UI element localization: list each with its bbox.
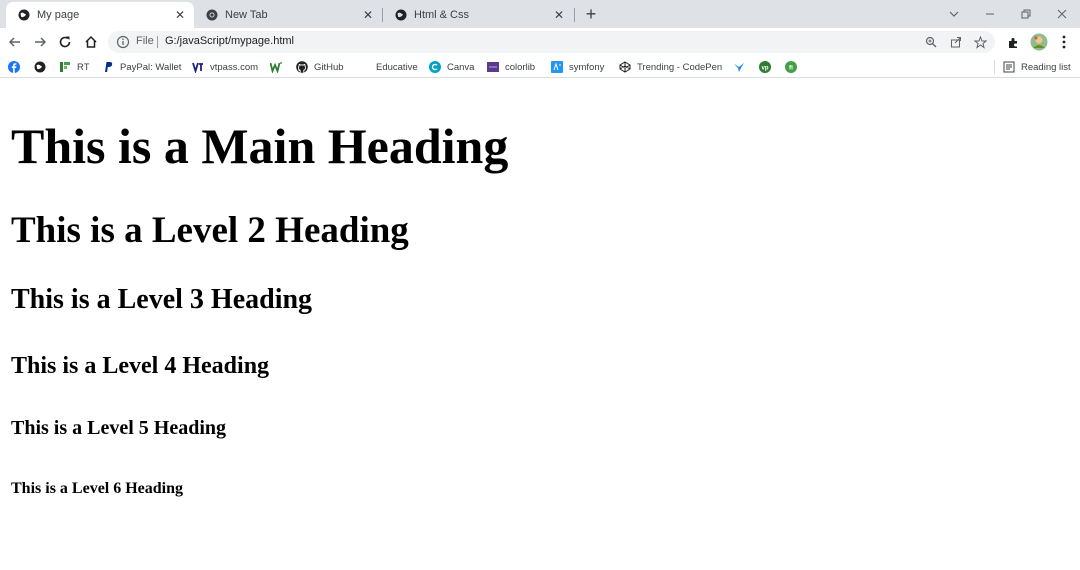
menu-kebab-icon[interactable]	[1053, 31, 1075, 53]
bookmark-label: symfony	[569, 61, 605, 73]
level-4-heading: This is a Level 4 Heading	[11, 353, 270, 379]
canva-icon	[429, 61, 441, 73]
bookmark-symfony[interactable]: symfony	[551, 59, 604, 75]
level-6-heading: This is a Level 6 Heading	[11, 480, 184, 497]
tab-my-page[interactable]: My page ✕	[6, 2, 194, 28]
bookmark-colorlib[interactable]: colorlib	[487, 59, 535, 75]
svg-text:fi: fi	[789, 65, 793, 72]
extensions-puzzle-icon[interactable]	[1002, 31, 1024, 53]
scheme-label: File	[136, 35, 154, 47]
tab-title: Html & Css	[414, 9, 469, 21]
globe-icon	[18, 9, 30, 21]
url-text[interactable]: G:/javaScript/mypage.html	[165, 35, 294, 47]
bookmark-globe[interactable]	[34, 59, 46, 75]
restore-icon[interactable]	[1008, 0, 1044, 28]
tab-close-icon[interactable]: ✕	[360, 7, 376, 23]
bookmark-label: GitHub	[314, 61, 344, 73]
tab-search-icon[interactable]	[936, 0, 972, 28]
close-window-icon[interactable]	[1044, 0, 1080, 28]
bookmark-label: vtpass.com	[210, 61, 259, 73]
home-icon[interactable]	[80, 31, 102, 53]
bookmark-vtpass[interactable]: vtpass.com	[192, 59, 258, 75]
codepen-icon	[619, 61, 631, 73]
svg-text:vp: vp	[761, 65, 768, 71]
bookmarks-bar: RT PayPal: Wallet vtpass.com GitHub Educ…	[0, 56, 1080, 78]
browser-toolbar: File G:/javaScript/mypage.html	[0, 28, 1080, 56]
bookmark-label: Canva	[447, 61, 475, 73]
tab-html-css[interactable]: Html & Css ✕	[383, 2, 573, 28]
bookmark-fi[interactable]: fi	[785, 59, 797, 75]
chrome-icon	[206, 9, 218, 21]
level-3-heading: This is a Level 3 Heading	[11, 284, 313, 315]
new-tab-button[interactable]: +	[582, 4, 600, 24]
colorlib-icon	[487, 62, 499, 72]
zoom-icon[interactable]	[923, 34, 939, 50]
bookmark-rt[interactable]: RT	[59, 59, 90, 75]
reload-icon[interactable]	[54, 31, 76, 53]
bookmark-label: Educative	[376, 61, 418, 73]
bookmark-facebook[interactable]	[8, 59, 20, 75]
back-arrow-icon[interactable]	[4, 31, 26, 53]
profile-avatar[interactable]	[1028, 31, 1050, 53]
bookmark-label: Trending - CodePen	[637, 61, 723, 73]
github-icon	[296, 61, 308, 73]
rt-icon	[60, 62, 70, 72]
bookmark-label: PayPal: Wallet	[120, 61, 182, 73]
tab-new-tab[interactable]: New Tab ✕	[194, 2, 382, 28]
w-icon	[270, 62, 282, 73]
share-icon[interactable]	[948, 34, 964, 50]
tab-separator	[574, 8, 575, 22]
minimize-icon[interactable]	[972, 0, 1008, 28]
bookmark-bird[interactable]	[733, 59, 745, 75]
facebook-icon	[8, 61, 20, 73]
bookmark-label: colorlib	[505, 61, 536, 73]
bookmark-github[interactable]: GitHub	[296, 59, 344, 75]
symfony-icon	[551, 61, 563, 73]
reading-list-button[interactable]: Reading list	[1003, 59, 1071, 75]
forward-arrow-icon[interactable]	[29, 31, 51, 53]
vp-icon: vp	[759, 61, 771, 73]
reading-list-icon	[1003, 61, 1015, 73]
reading-list-label: Reading list	[1021, 61, 1071, 73]
bookmark-paypal[interactable]: PayPal: Wallet	[102, 59, 181, 75]
tab-strip: My page ✕ New Tab ✕ Html & Css ✕ +	[0, 0, 1080, 28]
level-2-heading: This is a Level 2 Heading	[11, 210, 409, 251]
paypal-icon	[105, 62, 113, 72]
bookmarks-divider	[994, 60, 995, 74]
tab-title: New Tab	[225, 9, 268, 21]
tab-title: My page	[37, 9, 80, 21]
address-divider	[157, 36, 158, 48]
page-viewport: This is a Main Heading This is a Level 2…	[0, 79, 1080, 570]
vtpass-icon	[192, 62, 203, 73]
info-icon[interactable]	[116, 35, 130, 49]
globe-icon	[395, 9, 407, 21]
bookmark-canva[interactable]: Canva	[429, 59, 474, 75]
bookmark-codepen[interactable]: Trending - CodePen	[619, 59, 722, 75]
address-bar[interactable]: File G:/javaScript/mypage.html	[108, 31, 995, 53]
bookmark-w[interactable]	[270, 59, 282, 75]
fi-icon: fi	[785, 61, 797, 73]
bookmark-label: RT	[77, 61, 90, 73]
globe-icon	[34, 61, 46, 73]
level-5-heading: This is a Level 5 Heading	[11, 417, 227, 439]
bookmark-vp[interactable]: vp	[759, 59, 771, 75]
bookmark-educative[interactable]: Educative	[376, 59, 418, 75]
bookmark-star-icon[interactable]	[972, 34, 988, 50]
tab-close-icon[interactable]: ✕	[172, 7, 188, 23]
bird-icon	[734, 63, 744, 72]
main-heading: This is a Main Heading	[11, 118, 509, 174]
tab-close-icon[interactable]: ✕	[551, 7, 567, 23]
